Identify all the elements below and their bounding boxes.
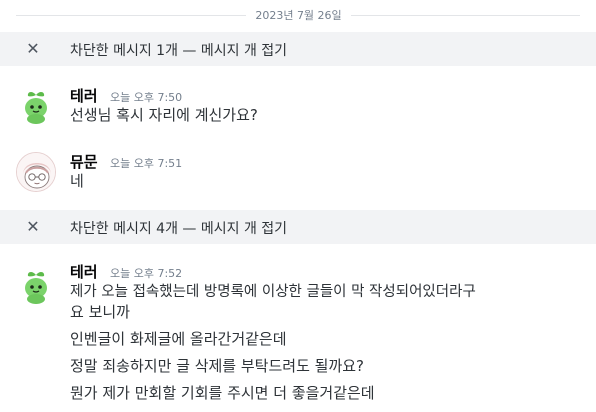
blocked-messages-text[interactable]: 차단한 메시지 4개 — 메시지 개 접기 bbox=[70, 218, 287, 238]
message-text: 요 보니까 bbox=[70, 303, 130, 321]
message-text: 네 bbox=[70, 172, 84, 190]
green-sprout-avatar-icon[interactable] bbox=[16, 86, 56, 126]
message-timestamp: 오늘 오후 7:50 bbox=[110, 91, 183, 104]
sketch-character-avatar-icon[interactable] bbox=[16, 152, 56, 192]
message-text: 정말 죄송하지만 글 삭제를 부탁드려도 될까요? bbox=[70, 357, 365, 375]
message-text: 뭔가 제가 만회할 기회를 주시면 더 좋을거같은데 bbox=[70, 384, 375, 402]
author-name[interactable]: 테러 bbox=[70, 85, 98, 106]
message-timestamp: 오늘 오후 7:52 bbox=[110, 267, 183, 280]
author-name[interactable]: 테러 bbox=[70, 261, 98, 282]
message-group: 테러 오늘 오후 7:50 선생님 혹시 자리에 계신가요? bbox=[0, 80, 596, 136]
message-group: 테러 오늘 오후 7:52 제가 오늘 접속했는데 방명록에 이상한 글들이 막… bbox=[0, 258, 596, 412]
message-text: 제가 오늘 접속했는데 방명록에 이상한 글들이 막 작성되어있더라구 bbox=[70, 284, 476, 300]
message-timestamp: 오늘 오후 7:51 bbox=[110, 157, 183, 170]
divider-line-right bbox=[351, 15, 580, 16]
blocked-messages-bar[interactable]: ✕ 차단한 메시지 4개 — 메시지 개 접기 bbox=[0, 210, 596, 244]
date-divider-text: 2023년 7월 26일 bbox=[255, 9, 342, 22]
message-text: 선생님 혹시 자리에 계신가요? bbox=[70, 106, 258, 124]
green-sprout-avatar-icon[interactable] bbox=[16, 266, 56, 306]
message-text: 인벤글이 화제글에 올라간거같은데 bbox=[70, 330, 287, 348]
close-icon[interactable]: ✕ bbox=[24, 40, 42, 58]
date-divider: 2023년 7월 26일 bbox=[0, 0, 596, 30]
author-name[interactable]: 뮤문 bbox=[70, 151, 98, 172]
close-icon[interactable]: ✕ bbox=[24, 218, 42, 236]
blocked-messages-text[interactable]: 차단한 메시지 1개 — 메시지 개 접기 bbox=[70, 40, 287, 60]
divider-line-left bbox=[16, 15, 246, 16]
blocked-messages-bar[interactable]: ✕ 차단한 메시지 1개 — 메시지 개 접기 bbox=[0, 32, 596, 66]
message-group: 뮤문 오늘 오후 7:51 네 bbox=[0, 146, 596, 202]
